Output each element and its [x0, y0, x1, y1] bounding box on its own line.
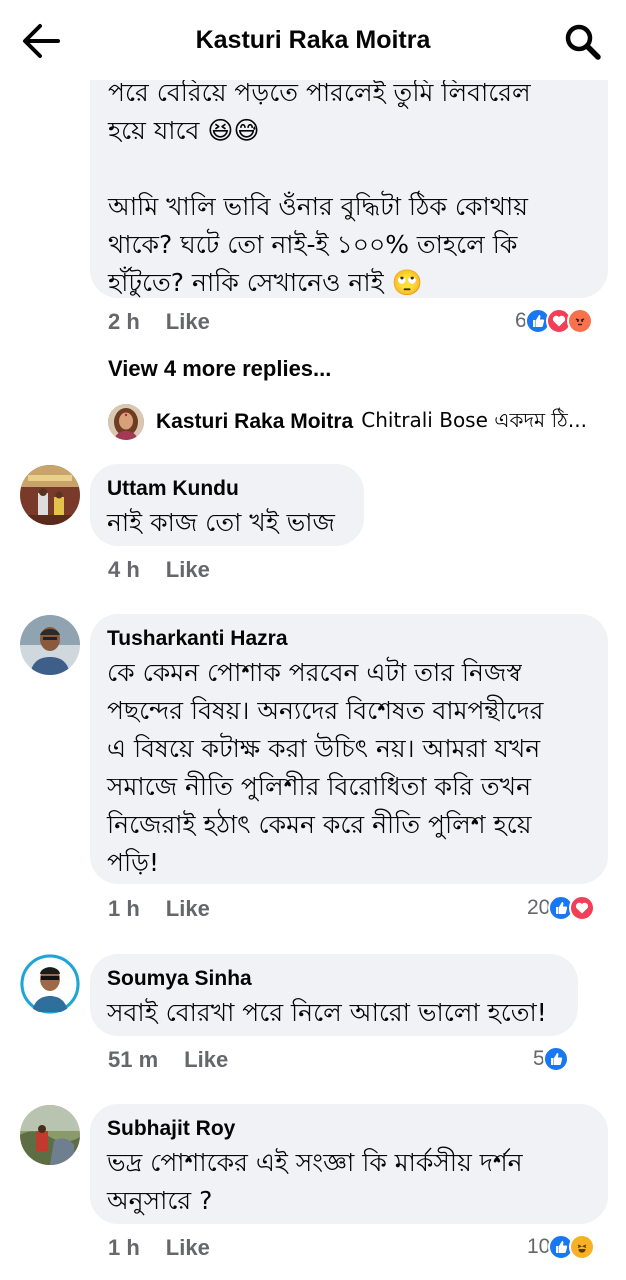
comment-text-line: হয়ে যাবে 😆😅	[108, 116, 260, 145]
reaction-summary[interactable]: 10	[527, 1233, 596, 1261]
search-icon	[565, 24, 601, 60]
like-reaction-icon	[542, 1046, 569, 1072]
like-button[interactable]: Like	[184, 1047, 228, 1072]
comment-text-line: সবাই বোরখা পরে নিলে আরো ভালো হতো!	[107, 998, 547, 1027]
comment-bubble: Tusharkanti Hazra কে কেমন পোশাক পরবেন এট…	[90, 614, 608, 884]
comment-meta: 2 h Like	[108, 309, 210, 335]
comment-time: 1 h	[108, 896, 140, 921]
like-button[interactable]: Like	[166, 896, 210, 921]
comment-text-line: অনুসারে ?	[107, 1186, 213, 1215]
comment-bubble: Uttam Kundu নাই কাজ তো খই ভাজ	[90, 464, 364, 546]
comment-text-line: নাই কাজ তো খই ভাজ	[107, 508, 335, 537]
reply-author: Kasturi Raka Moitra	[156, 410, 354, 433]
haha-reaction-icon	[569, 1234, 596, 1260]
avatar-image	[20, 1105, 80, 1165]
comment-text-line: পছন্দের বিষয়। অন্যদের বিশেষত বামপন্থীদে…	[107, 696, 544, 725]
like-button[interactable]: Like	[166, 557, 210, 582]
like-button[interactable]: Like	[166, 1235, 210, 1260]
comment-time: 1 h	[108, 1235, 140, 1260]
avatar[interactable]	[20, 954, 80, 1014]
avatar[interactable]	[20, 615, 80, 675]
like-button[interactable]: Like	[166, 309, 210, 334]
comment-meta: 51 m Like	[108, 1047, 228, 1073]
reaction-summary[interactable]: 5	[533, 1045, 569, 1073]
comment-text-line: ভদ্র পোশাকের এই সংজ্ঞা কি মার্কসীয় দর্শ…	[107, 1148, 523, 1177]
avatar-image	[108, 404, 144, 440]
comment-text-line: এ বিষয়ে কটাক্ষ করা উচিৎ নয়। আমরা যখন	[107, 734, 541, 763]
page-title: Kasturi Raka Moitra	[195, 26, 431, 54]
comment-text-line: হাঁটুতে? নাকি সেখানেও নাই 🙄	[108, 268, 423, 297]
comment-author[interactable]: Subhajit Roy	[107, 1115, 235, 1143]
avatar[interactable]	[20, 465, 80, 525]
avatar	[108, 404, 144, 440]
comment-text-line: নিজেরাই হঠাৎ কেমন করে নীতি পুলিশ হয়ে	[107, 810, 532, 839]
avatar[interactable]	[20, 1105, 80, 1165]
reaction-summary[interactable]: 20	[527, 894, 596, 922]
angry-reaction-icon	[566, 308, 593, 334]
comment-text-line: পড়ি!	[107, 848, 159, 877]
search-button[interactable]	[562, 22, 604, 62]
comment-meta: 1 h Like	[108, 896, 210, 922]
comment-text-line: থাকে? ঘটে তো নাই-ই ১০০% তাহলে কি	[108, 230, 518, 259]
comment-author[interactable]: Tusharkanti Hazra	[107, 625, 288, 653]
comment-time: 51 m	[108, 1047, 159, 1072]
top-bar: Kasturi Raka Moitra	[0, 0, 626, 80]
comment-time: 4 h	[108, 557, 140, 582]
comment-time: 2 h	[108, 309, 140, 334]
comment-author[interactable]: Soumya Sinha	[107, 965, 252, 993]
comment-bubble: Soumya Sinha সবাই বোরখা পরে নিলে আরো ভাল…	[90, 954, 578, 1036]
comment-text-line: সমাজে নীতি পুলিশীর বিরোধিতা করি তখন	[107, 772, 531, 801]
reply-preview[interactable]: Kasturi Raka Moitra Chitrali Bose একদম ঠ…	[108, 404, 608, 440]
comment-meta: 4 h Like	[108, 557, 210, 583]
comment-text-line: কে কেমন পোশাক পরবেন এটা তার নিজস্ব	[107, 658, 522, 687]
love-reaction-icon	[569, 895, 596, 921]
reply-snippet: Chitrali Bose একদম ঠি...	[361, 407, 587, 432]
avatar-image	[20, 954, 80, 1014]
reaction-count: 20	[527, 896, 551, 919]
avatar-image	[20, 465, 80, 525]
comment-bubble: Subhajit Roy ভদ্র পোশাকের এই সংজ্ঞা কি ম…	[90, 1104, 608, 1224]
avatar-image	[20, 615, 80, 675]
reaction-summary[interactable]: 6	[515, 307, 593, 335]
comment-meta: 1 h Like	[108, 1235, 210, 1261]
view-more-replies-link[interactable]: View 4 more replies...	[108, 356, 331, 382]
comment-text-line	[108, 150, 531, 188]
comment-text-line: আমি খালি ভাবি ওঁনার বুদ্ধিটা ঠিক কোথায়	[108, 192, 528, 221]
reaction-count: 10	[527, 1235, 551, 1258]
comment-author[interactable]: Uttam Kundu	[107, 475, 239, 503]
